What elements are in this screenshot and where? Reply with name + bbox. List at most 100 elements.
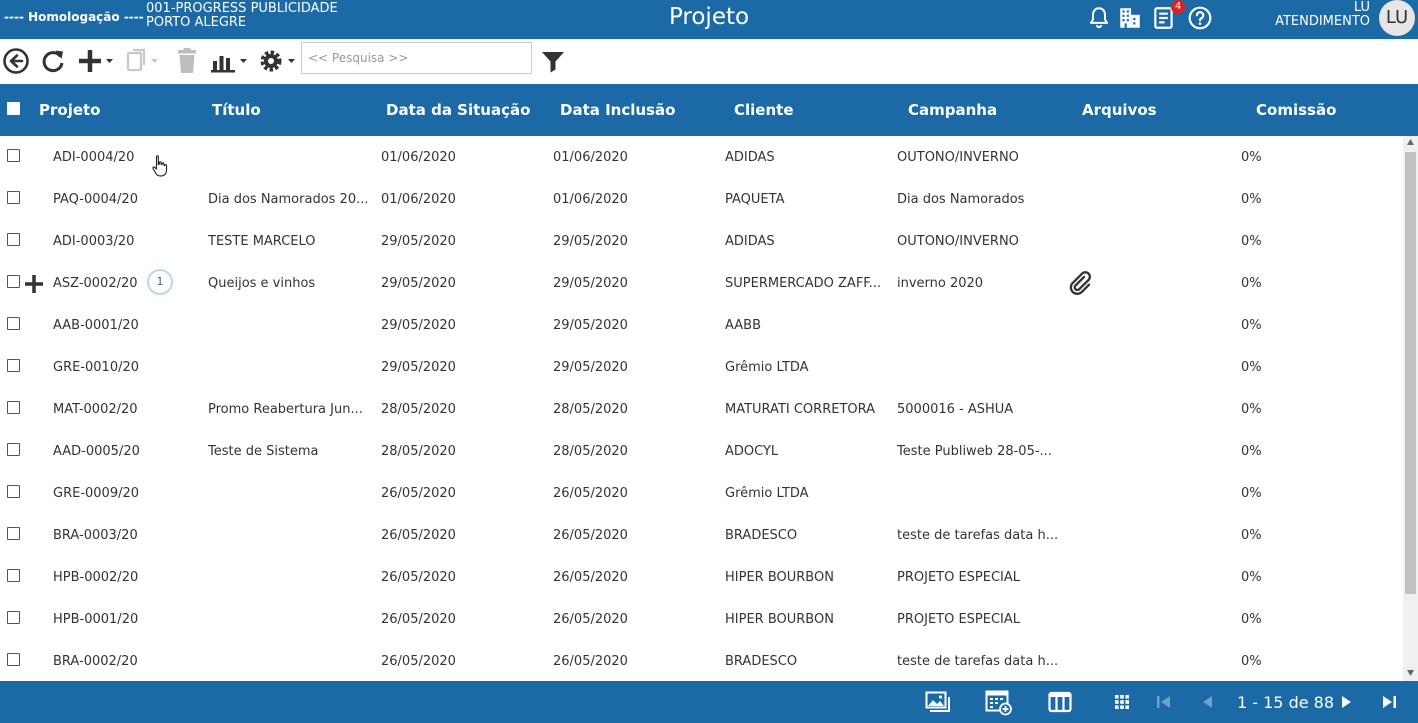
table-row[interactable]: MAT-0002/20 Promo Reabertura Jun... 28/0… [0, 388, 1403, 430]
column-header-comissao[interactable]: Comissão [1256, 101, 1336, 119]
cell-projeto: AAB-0001/20 [53, 318, 139, 333]
first-page-icon[interactable] [1156, 694, 1172, 710]
cell-cliente: HIPER BOURBON [725, 570, 834, 585]
add-icon[interactable] [77, 47, 117, 75]
building-icon[interactable] [1117, 5, 1143, 31]
row-checkbox[interactable] [7, 401, 20, 414]
table-row[interactable]: GRE-0010/20 29/05/2020 29/05/2020 Grêmio… [0, 346, 1403, 388]
bell-icon[interactable] [1086, 5, 1112, 31]
company-info[interactable]: 001-PROGRESS PUBLICIDADE PORTO ALEGRE [146, 2, 338, 30]
cell-projeto: AAD-0005/20 [53, 444, 140, 459]
column-header-arquivos[interactable]: Arquivos [1082, 101, 1157, 119]
notification-badge: 4 [1171, 0, 1185, 14]
cell-cliente: ADIDAS [725, 150, 775, 165]
image-icon[interactable] [925, 690, 951, 714]
search-input[interactable] [301, 42, 532, 74]
table-row[interactable]: HPB-0001/20 26/05/2020 26/05/2020 HIPER … [0, 598, 1403, 640]
environment-label: ---- Homologação ---- [4, 10, 144, 24]
cell-data-situacao: 28/05/2020 [381, 444, 456, 459]
scrollbar-thumb[interactable] [1405, 152, 1416, 594]
chart-icon[interactable] [210, 47, 250, 75]
cell-projeto: PAQ-0004/20 [53, 192, 138, 207]
scroll-up-icon[interactable] [1407, 139, 1414, 145]
cell-campanha: OUTONO/INVERNO [897, 234, 1019, 249]
company-city: PORTO ALEGRE [146, 15, 247, 30]
row-checkbox[interactable] [7, 527, 20, 540]
toolbar [0, 39, 1418, 84]
cell-campanha: Dia dos Namorados [897, 192, 1025, 207]
back-icon[interactable] [2, 47, 30, 75]
row-checkbox[interactable] [7, 317, 20, 330]
row-checkbox[interactable] [7, 653, 20, 666]
cell-comissao: 0% [1241, 570, 1262, 585]
table-row[interactable]: AAB-0001/20 29/05/2020 29/05/2020 AABB 0… [0, 304, 1403, 346]
page-title: Projeto [668, 4, 750, 30]
cell-data-situacao: 26/05/2020 [381, 612, 456, 627]
columns-icon[interactable] [1048, 691, 1072, 713]
cell-data-inclusao: 01/06/2020 [553, 150, 628, 165]
row-checkbox[interactable] [7, 275, 20, 288]
help-icon[interactable] [1187, 5, 1213, 31]
cell-data-situacao: 29/05/2020 [381, 234, 456, 249]
cell-cliente: SUPERMERCADO ZAFF... [725, 276, 882, 291]
scroll-down-icon[interactable] [1407, 670, 1414, 676]
avatar[interactable]: LU [1379, 0, 1415, 36]
cell-data-inclusao: 26/05/2020 [553, 486, 628, 501]
cell-comissao: 0% [1241, 192, 1262, 207]
column-header-campanha[interactable]: Campanha [908, 101, 997, 119]
cell-projeto: GRE-0010/20 [53, 360, 140, 375]
column-header-data-inclusao[interactable]: Data Inclusão [560, 101, 675, 119]
next-page-icon[interactable] [1339, 694, 1355, 710]
cell-projeto: ADI-0003/20 [53, 234, 135, 249]
cell-titulo: Queijos e vinhos [208, 276, 316, 291]
table-row[interactable]: GRE-0009/20 26/05/2020 26/05/2020 Grêmio… [0, 472, 1403, 514]
cell-campanha: teste de tarefas data h... [897, 654, 1059, 669]
column-header-projeto[interactable]: Projeto [39, 101, 101, 119]
grid-icon[interactable] [1114, 694, 1130, 710]
column-header-titulo[interactable]: Título [212, 101, 261, 119]
table-row[interactable]: ADI-0003/20 TESTE MARCELO 29/05/2020 29/… [0, 220, 1403, 262]
settings-icon[interactable] [257, 47, 299, 75]
prev-page-icon[interactable] [1199, 694, 1215, 710]
refresh-icon[interactable] [39, 47, 67, 75]
cell-data-inclusao: 28/05/2020 [553, 444, 628, 459]
last-page-icon[interactable] [1381, 694, 1397, 710]
cell-comissao: 0% [1241, 234, 1262, 249]
table-row[interactable]: AAD-0005/20 Teste de Sistema 28/05/2020 … [0, 430, 1403, 472]
row-checkbox[interactable] [7, 191, 20, 204]
cell-projeto: MAT-0002/20 [53, 402, 138, 417]
cell-data-inclusao: 26/05/2020 [553, 654, 628, 669]
calendar-icon[interactable] [985, 688, 1013, 716]
cell-data-situacao: 26/05/2020 [381, 486, 456, 501]
filter-icon[interactable] [541, 47, 565, 75]
cell-projeto: GRE-0009/20 [53, 486, 140, 501]
table-row[interactable]: ADI-0004/20 01/06/2020 01/06/2020 ADIDAS… [0, 136, 1403, 178]
cell-data-situacao: 29/05/2020 [381, 318, 456, 333]
table-row[interactable]: HPB-0002/20 26/05/2020 26/05/2020 HIPER … [0, 556, 1403, 598]
cell-data-situacao: 26/05/2020 [381, 654, 456, 669]
row-checkbox[interactable] [7, 611, 20, 624]
delete-icon[interactable] [174, 47, 200, 75]
table-row[interactable]: ASZ-0002/20 Queijos e vinhos 29/05/2020 … [0, 262, 1403, 304]
row-checkbox[interactable] [7, 359, 20, 372]
row-checkbox[interactable] [7, 443, 20, 456]
vertical-scrollbar[interactable] [1403, 136, 1418, 681]
row-checkbox[interactable] [7, 485, 20, 498]
cell-comissao: 0% [1241, 276, 1262, 291]
column-header-data-situacao[interactable]: Data da Situação [386, 101, 530, 119]
table-row[interactable]: BRA-0003/20 26/05/2020 26/05/2020 BRADES… [0, 514, 1403, 556]
select-all-checkbox[interactable] [7, 102, 20, 115]
column-header-cliente[interactable]: Cliente [734, 101, 794, 119]
cell-comissao: 0% [1241, 528, 1262, 543]
task-count-badge[interactable]: 1 [147, 269, 173, 295]
row-checkbox[interactable] [7, 233, 20, 246]
row-checkbox[interactable] [7, 569, 20, 582]
copy-icon[interactable] [126, 47, 162, 75]
cell-data-inclusao: 29/05/2020 [553, 234, 628, 249]
user-info[interactable]: LU ATENDIMENTO [1275, 1, 1370, 29]
table-row[interactable]: BRA-0002/20 26/05/2020 26/05/2020 BRADES… [0, 640, 1403, 681]
table-row[interactable]: PAQ-0004/20 Dia dos Namorados 20... 01/0… [0, 178, 1403, 220]
paperclip-icon[interactable] [1068, 271, 1094, 295]
row-checkbox[interactable] [7, 149, 20, 162]
expand-icon[interactable] [24, 274, 44, 294]
